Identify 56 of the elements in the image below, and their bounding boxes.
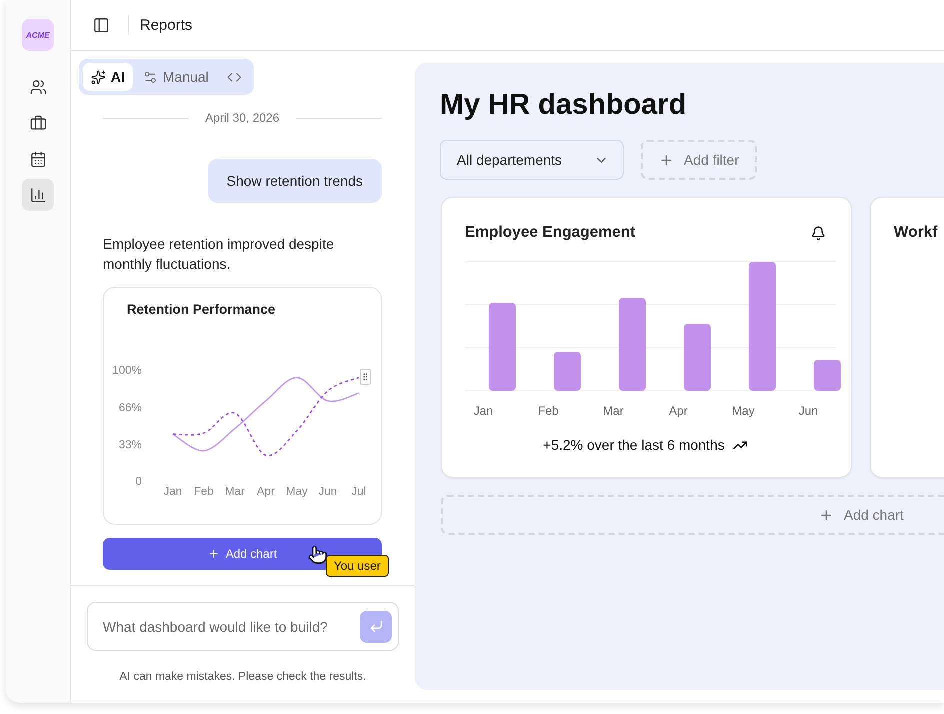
- bar-chart-icon: [30, 186, 46, 204]
- bell-icon[interactable]: [811, 226, 826, 240]
- month-label: Mar: [602, 404, 625, 418]
- date-separator: April 30, 2026: [205, 111, 280, 125]
- y-tick-label: 0: [136, 476, 142, 488]
- x-tick-label: Jun: [318, 486, 338, 498]
- enter-icon: [368, 619, 384, 634]
- users-icon: [30, 78, 46, 96]
- card-title: Workf: [894, 224, 938, 242]
- logo: ACME: [22, 19, 54, 51]
- y-tick-label: 66%: [118, 402, 142, 415]
- user-cursor-tag: You user: [326, 555, 389, 577]
- hand-cursor-icon: [308, 545, 328, 565]
- page-title: Reports: [140, 16, 193, 34]
- plus-icon: [659, 152, 674, 168]
- user-message: Show retention trends: [208, 159, 382, 203]
- sidebar-toggle[interactable]: [93, 16, 110, 34]
- calendar-icon: [30, 150, 46, 168]
- x-tick-label: Jul: [352, 486, 366, 498]
- mode-tab[interactable]: Manual: [135, 63, 217, 91]
- month-label: Jun: [798, 404, 820, 418]
- add-chart-button[interactable]: Add chart: [441, 495, 944, 535]
- grip-icon: [361, 372, 370, 382]
- x-tick-label: Apr: [257, 486, 275, 498]
- drag-handle[interactable]: [360, 369, 371, 385]
- month-label: Feb: [537, 404, 560, 418]
- assistant-reply: Employee retention improved despite monthly fluctuations.: [103, 235, 336, 274]
- disclaimer: AI can make mistakes. Please check the results.: [120, 671, 366, 683]
- y-tick-label: 33%: [118, 439, 142, 452]
- bar: [554, 352, 581, 391]
- panel-icon: [93, 16, 110, 34]
- plus-icon: [819, 508, 834, 522]
- prompt-field[interactable]: What dashboard would like to build?: [101, 618, 360, 636]
- y-tick-label: 100%: [112, 365, 142, 377]
- x-tick-label: Mar: [225, 486, 245, 498]
- briefcase-icon: [30, 114, 46, 132]
- nav-button[interactable]: [22, 179, 54, 211]
- sparkles-icon: [91, 70, 106, 84]
- x-tick-label: May: [286, 486, 308, 498]
- x-tick-label: Jan: [164, 486, 182, 498]
- bar: [814, 360, 841, 391]
- plus-icon: [208, 548, 220, 560]
- card-title: Employee Engagement: [465, 224, 636, 242]
- sliders-icon: [143, 70, 158, 84]
- dashboard-title: My HR dashboard: [440, 88, 688, 123]
- month-label: Jan: [472, 404, 494, 418]
- bar: [684, 324, 711, 391]
- prompt-box[interactable]: What dashboard would like to build?: [87, 602, 399, 651]
- add-filter-button[interactable]: Add filter: [641, 140, 758, 180]
- department-select[interactable]: All departements: [440, 140, 624, 180]
- month-label: Apr: [668, 404, 689, 418]
- month-label: May: [731, 404, 756, 418]
- chart-title: Retention Performance: [127, 302, 277, 318]
- mode-tab[interactable]: AI: [83, 63, 133, 91]
- trend-summary: +5.2% over the last 6 months: [543, 437, 725, 453]
- x-tick-label: Feb: [194, 486, 214, 498]
